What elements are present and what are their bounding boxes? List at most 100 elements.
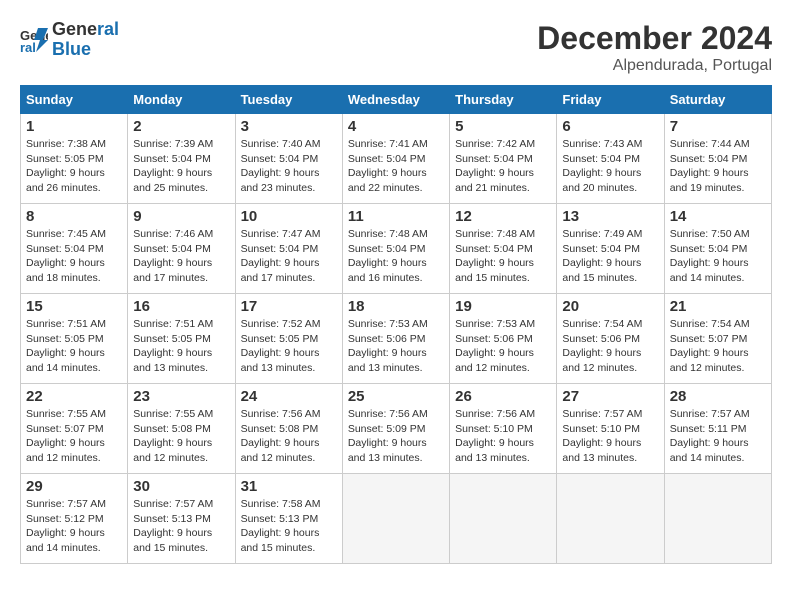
- day-number: 26: [455, 388, 551, 405]
- calendar-cell: 4 Sunrise: 7:41 AMSunset: 5:04 PMDayligh…: [342, 114, 449, 204]
- calendar-cell: [557, 474, 664, 564]
- day-number: 15: [26, 298, 122, 315]
- day-number: 18: [348, 298, 444, 315]
- day-number: 9: [133, 208, 229, 225]
- calendar-cell: [342, 474, 449, 564]
- day-info: Sunrise: 7:48 AMSunset: 5:04 PMDaylight:…: [348, 228, 428, 284]
- day-info: Sunrise: 7:41 AMSunset: 5:04 PMDaylight:…: [348, 138, 428, 194]
- day-number: 4: [348, 118, 444, 135]
- day-info: Sunrise: 7:44 AMSunset: 5:04 PMDaylight:…: [670, 138, 750, 194]
- title-block: December 2024 Alpendurada, Portugal: [537, 20, 772, 75]
- day-number: 22: [26, 388, 122, 405]
- col-tuesday: Tuesday: [235, 86, 342, 114]
- calendar-cell: 28 Sunrise: 7:57 AMSunset: 5:11 PMDaylig…: [664, 384, 771, 474]
- calendar-cell: 19 Sunrise: 7:53 AMSunset: 5:06 PMDaylig…: [450, 294, 557, 384]
- calendar-cell: [450, 474, 557, 564]
- day-number: 5: [455, 118, 551, 135]
- day-info: Sunrise: 7:56 AMSunset: 5:10 PMDaylight:…: [455, 408, 535, 464]
- calendar-cell: 17 Sunrise: 7:52 AMSunset: 5:05 PMDaylig…: [235, 294, 342, 384]
- day-info: Sunrise: 7:47 AMSunset: 5:04 PMDaylight:…: [241, 228, 321, 284]
- day-number: 17: [241, 298, 337, 315]
- col-thursday: Thursday: [450, 86, 557, 114]
- calendar-cell: 27 Sunrise: 7:57 AMSunset: 5:10 PMDaylig…: [557, 384, 664, 474]
- calendar-cell: 21 Sunrise: 7:54 AMSunset: 5:07 PMDaylig…: [664, 294, 771, 384]
- day-number: 23: [133, 388, 229, 405]
- header-row: Sunday Monday Tuesday Wednesday Thursday…: [21, 86, 772, 114]
- calendar-cell: 20 Sunrise: 7:54 AMSunset: 5:06 PMDaylig…: [557, 294, 664, 384]
- calendar-cell: 22 Sunrise: 7:55 AMSunset: 5:07 PMDaylig…: [21, 384, 128, 474]
- day-number: 24: [241, 388, 337, 405]
- calendar-cell: [664, 474, 771, 564]
- day-number: 28: [670, 388, 766, 405]
- calendar-week-4: 22 Sunrise: 7:55 AMSunset: 5:07 PMDaylig…: [21, 384, 772, 474]
- day-number: 13: [562, 208, 658, 225]
- day-info: Sunrise: 7:49 AMSunset: 5:04 PMDaylight:…: [562, 228, 642, 284]
- col-monday: Monday: [128, 86, 235, 114]
- day-number: 25: [348, 388, 444, 405]
- calendar-cell: 11 Sunrise: 7:48 AMSunset: 5:04 PMDaylig…: [342, 204, 449, 294]
- calendar-cell: 15 Sunrise: 7:51 AMSunset: 5:05 PMDaylig…: [21, 294, 128, 384]
- day-info: Sunrise: 7:42 AMSunset: 5:04 PMDaylight:…: [455, 138, 535, 194]
- col-wednesday: Wednesday: [342, 86, 449, 114]
- day-info: Sunrise: 7:45 AMSunset: 5:04 PMDaylight:…: [26, 228, 106, 284]
- calendar-cell: 23 Sunrise: 7:55 AMSunset: 5:08 PMDaylig…: [128, 384, 235, 474]
- day-info: Sunrise: 7:55 AMSunset: 5:08 PMDaylight:…: [133, 408, 213, 464]
- calendar-cell: 26 Sunrise: 7:56 AMSunset: 5:10 PMDaylig…: [450, 384, 557, 474]
- logo-icon: Gene ral: [20, 26, 48, 54]
- calendar-cell: 18 Sunrise: 7:53 AMSunset: 5:06 PMDaylig…: [342, 294, 449, 384]
- day-info: Sunrise: 7:57 AMSunset: 5:10 PMDaylight:…: [562, 408, 642, 464]
- col-sunday: Sunday: [21, 86, 128, 114]
- day-info: Sunrise: 7:51 AMSunset: 5:05 PMDaylight:…: [133, 318, 213, 374]
- day-number: 1: [26, 118, 122, 135]
- day-number: 7: [670, 118, 766, 135]
- day-info: Sunrise: 7:38 AMSunset: 5:05 PMDaylight:…: [26, 138, 106, 194]
- calendar-cell: 16 Sunrise: 7:51 AMSunset: 5:05 PMDaylig…: [128, 294, 235, 384]
- day-number: 8: [26, 208, 122, 225]
- day-number: 6: [562, 118, 658, 135]
- day-number: 11: [348, 208, 444, 225]
- calendar-cell: 6 Sunrise: 7:43 AMSunset: 5:04 PMDayligh…: [557, 114, 664, 204]
- day-info: Sunrise: 7:52 AMSunset: 5:05 PMDaylight:…: [241, 318, 321, 374]
- calendar-cell: 7 Sunrise: 7:44 AMSunset: 5:04 PMDayligh…: [664, 114, 771, 204]
- day-info: Sunrise: 7:40 AMSunset: 5:04 PMDaylight:…: [241, 138, 321, 194]
- day-number: 16: [133, 298, 229, 315]
- calendar-cell: 24 Sunrise: 7:56 AMSunset: 5:08 PMDaylig…: [235, 384, 342, 474]
- col-saturday: Saturday: [664, 86, 771, 114]
- day-info: Sunrise: 7:57 AMSunset: 5:13 PMDaylight:…: [133, 498, 213, 554]
- day-number: 29: [26, 478, 122, 495]
- calendar-cell: 3 Sunrise: 7:40 AMSunset: 5:04 PMDayligh…: [235, 114, 342, 204]
- day-info: Sunrise: 7:56 AMSunset: 5:08 PMDaylight:…: [241, 408, 321, 464]
- day-info: Sunrise: 7:48 AMSunset: 5:04 PMDaylight:…: [455, 228, 535, 284]
- calendar-cell: 31 Sunrise: 7:58 AMSunset: 5:13 PMDaylig…: [235, 474, 342, 564]
- day-info: Sunrise: 7:43 AMSunset: 5:04 PMDaylight:…: [562, 138, 642, 194]
- month-title: December 2024: [537, 20, 772, 57]
- calendar-table: Sunday Monday Tuesday Wednesday Thursday…: [20, 85, 772, 564]
- calendar-cell: 25 Sunrise: 7:56 AMSunset: 5:09 PMDaylig…: [342, 384, 449, 474]
- calendar-week-1: 1 Sunrise: 7:38 AMSunset: 5:05 PMDayligh…: [21, 114, 772, 204]
- calendar-cell: 14 Sunrise: 7:50 AMSunset: 5:04 PMDaylig…: [664, 204, 771, 294]
- calendar-cell: 9 Sunrise: 7:46 AMSunset: 5:04 PMDayligh…: [128, 204, 235, 294]
- calendar-week-5: 29 Sunrise: 7:57 AMSunset: 5:12 PMDaylig…: [21, 474, 772, 564]
- calendar-cell: 8 Sunrise: 7:45 AMSunset: 5:04 PMDayligh…: [21, 204, 128, 294]
- day-number: 12: [455, 208, 551, 225]
- day-info: Sunrise: 7:58 AMSunset: 5:13 PMDaylight:…: [241, 498, 321, 554]
- day-info: Sunrise: 7:51 AMSunset: 5:05 PMDaylight:…: [26, 318, 106, 374]
- day-info: Sunrise: 7:54 AMSunset: 5:06 PMDaylight:…: [562, 318, 642, 374]
- day-info: Sunrise: 7:57 AMSunset: 5:12 PMDaylight:…: [26, 498, 106, 554]
- day-info: Sunrise: 7:54 AMSunset: 5:07 PMDaylight:…: [670, 318, 750, 374]
- day-number: 30: [133, 478, 229, 495]
- day-number: 3: [241, 118, 337, 135]
- calendar-cell: 30 Sunrise: 7:57 AMSunset: 5:13 PMDaylig…: [128, 474, 235, 564]
- day-info: Sunrise: 7:46 AMSunset: 5:04 PMDaylight:…: [133, 228, 213, 284]
- day-info: Sunrise: 7:50 AMSunset: 5:04 PMDaylight:…: [670, 228, 750, 284]
- calendar-cell: 2 Sunrise: 7:39 AMSunset: 5:04 PMDayligh…: [128, 114, 235, 204]
- location-title: Alpendurada, Portugal: [537, 57, 772, 75]
- calendar-cell: 29 Sunrise: 7:57 AMSunset: 5:12 PMDaylig…: [21, 474, 128, 564]
- calendar-body: 1 Sunrise: 7:38 AMSunset: 5:05 PMDayligh…: [21, 114, 772, 564]
- calendar-cell: 5 Sunrise: 7:42 AMSunset: 5:04 PMDayligh…: [450, 114, 557, 204]
- calendar-cell: 1 Sunrise: 7:38 AMSunset: 5:05 PMDayligh…: [21, 114, 128, 204]
- day-number: 31: [241, 478, 337, 495]
- day-number: 14: [670, 208, 766, 225]
- day-number: 21: [670, 298, 766, 315]
- calendar-week-3: 15 Sunrise: 7:51 AMSunset: 5:05 PMDaylig…: [21, 294, 772, 384]
